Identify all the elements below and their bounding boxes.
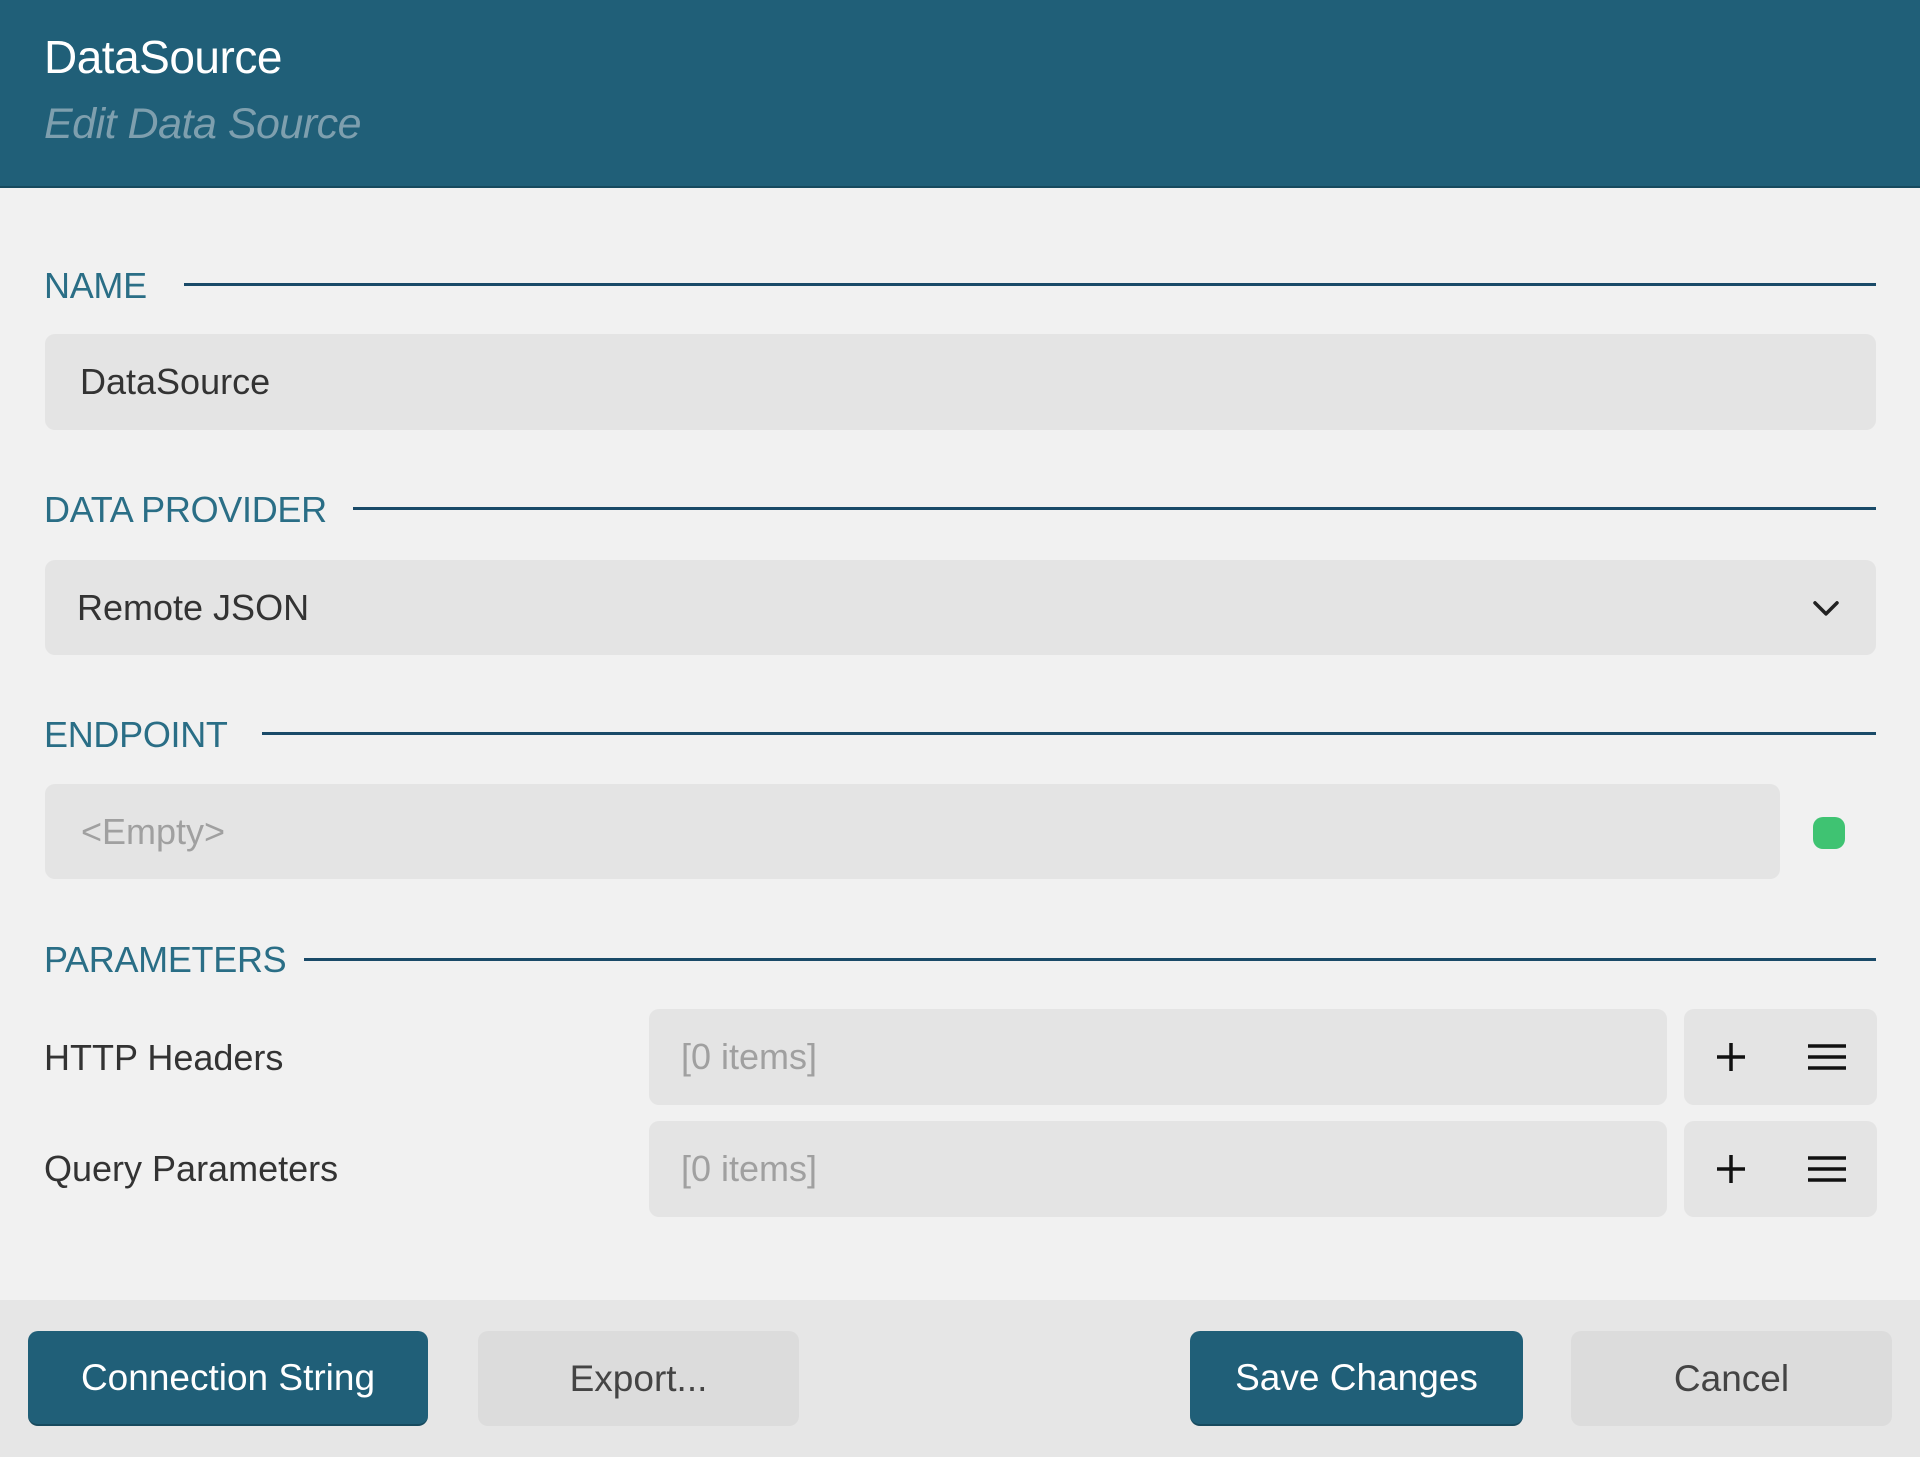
parameters-section-divider bbox=[304, 958, 1876, 961]
parameters-section-label: PARAMETERS bbox=[44, 939, 287, 980]
data-provider-selected-value: Remote JSON bbox=[77, 586, 310, 628]
plus-icon bbox=[1717, 1155, 1745, 1183]
query-parameters-actions bbox=[1684, 1121, 1877, 1217]
query-parameters-menu-button[interactable] bbox=[1782, 1121, 1872, 1217]
data-provider-select[interactable]: Remote JSON bbox=[45, 560, 1876, 655]
query-parameters-value: [0 items] bbox=[681, 1148, 818, 1189]
menu-icon bbox=[1808, 1156, 1846, 1182]
http-headers-label: HTTP Headers bbox=[44, 1037, 284, 1078]
data-provider-section-divider bbox=[353, 507, 1876, 510]
endpoint-section-divider bbox=[262, 732, 1876, 735]
data-provider-section-label: DATA PROVIDER bbox=[44, 489, 327, 530]
query-parameters-add-button[interactable] bbox=[1686, 1121, 1776, 1217]
http-headers-menu-button[interactable] bbox=[1782, 1009, 1872, 1105]
query-parameters-label: Query Parameters bbox=[44, 1148, 339, 1189]
http-headers-field[interactable]: [0 items] bbox=[649, 1009, 1667, 1105]
name-section-divider bbox=[184, 283, 1876, 286]
connection-string-button[interactable]: Connection String bbox=[28, 1331, 428, 1426]
endpoint-status-indicator-icon bbox=[1813, 817, 1845, 849]
export-button[interactable]: Export... bbox=[478, 1331, 799, 1426]
endpoint-input[interactable]: <Empty> bbox=[45, 784, 1780, 879]
chevron-down-icon[interactable] bbox=[1812, 584, 1840, 626]
cancel-button[interactable]: Cancel bbox=[1571, 1331, 1892, 1426]
query-parameters-field[interactable]: [0 items] bbox=[649, 1121, 1667, 1217]
dialog-subtitle: Edit Data Source bbox=[44, 100, 362, 148]
plus-icon bbox=[1717, 1043, 1745, 1071]
http-headers-add-button[interactable] bbox=[1686, 1009, 1776, 1105]
endpoint-section-label: ENDPOINT bbox=[44, 714, 228, 755]
save-changes-button[interactable]: Save Changes bbox=[1190, 1331, 1523, 1426]
menu-icon bbox=[1808, 1044, 1846, 1070]
endpoint-input-placeholder: <Empty> bbox=[81, 810, 226, 852]
name-input[interactable]: DataSource bbox=[45, 334, 1876, 430]
dialog-header: DataSource Edit Data Source bbox=[0, 0, 1920, 188]
http-headers-actions bbox=[1684, 1009, 1877, 1105]
dialog-title: DataSource bbox=[44, 31, 282, 83]
http-headers-value: [0 items] bbox=[681, 1036, 818, 1077]
name-section-label: NAME bbox=[44, 265, 147, 306]
name-input-value: DataSource bbox=[80, 361, 271, 402]
